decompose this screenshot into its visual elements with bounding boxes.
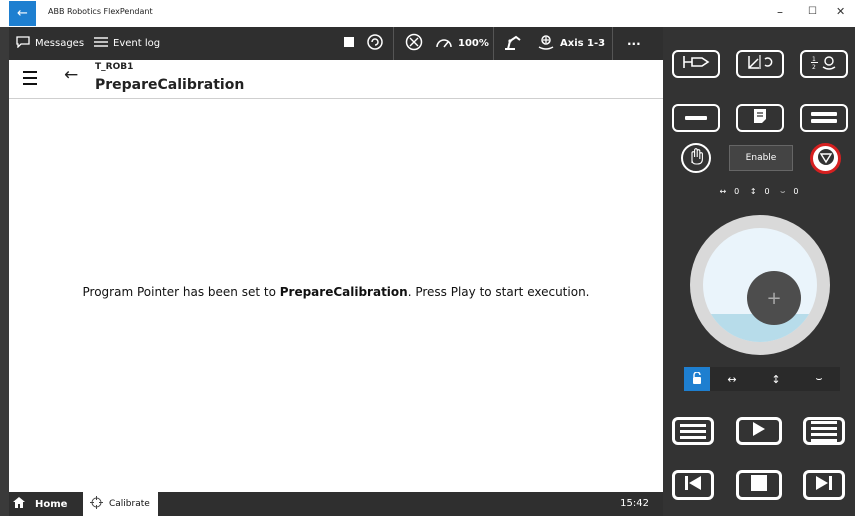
svg-text:1: 1 xyxy=(812,56,816,63)
home-button[interactable]: Home xyxy=(13,492,67,516)
toolbar-separator xyxy=(612,27,613,60)
rotate-arrow-icon: ⌣ xyxy=(780,187,786,196)
message-suffix: . Press Play to start execution. xyxy=(407,285,590,299)
list-icon xyxy=(680,421,706,442)
minimize-button[interactable]: – xyxy=(777,5,783,19)
home-icon xyxy=(13,497,25,511)
top-toolbar: Messages Event log 100% Axis 1-3 ··· xyxy=(9,27,663,60)
lock-axis-button[interactable] xyxy=(684,367,710,391)
horizontal-direction-icon[interactable]: ↔ xyxy=(727,373,736,386)
speed-button[interactable]: 100% xyxy=(435,27,489,60)
step-backward-button[interactable] xyxy=(672,470,714,500)
messages-label: Messages xyxy=(35,38,85,49)
axis-value-horizontal: 0 xyxy=(734,187,740,196)
speed-value: 100% xyxy=(458,38,489,49)
maximize-button[interactable]: ☐ xyxy=(808,5,817,19)
program-list-button[interactable] xyxy=(803,417,845,445)
clock: 15:42 xyxy=(620,498,649,509)
emergency-stop-button[interactable] xyxy=(810,143,841,174)
axis-jog-icon xyxy=(537,33,555,55)
programmable-key-2[interactable] xyxy=(736,50,784,78)
program-pointer-message: Program Pointer has been set to PrepareC… xyxy=(9,285,663,299)
minus-button[interactable] xyxy=(672,104,720,132)
stop-execution-button[interactable] xyxy=(736,470,782,500)
double-bar-icon xyxy=(811,109,837,128)
chat-bubble-icon xyxy=(16,35,30,52)
axis-value-vertical: 0 xyxy=(764,187,770,196)
stop-button[interactable] xyxy=(344,27,354,60)
play-icon xyxy=(752,421,766,441)
rotation-direction-icon[interactable]: ⌣ xyxy=(815,372,822,386)
incremental-icon: 12 xyxy=(810,54,838,74)
page-header: ← T_ROB1 PrepareCalibration xyxy=(9,60,663,99)
vertical-direction-icon[interactable]: ↕ xyxy=(771,373,780,386)
vertical-arrow-icon: ↕ xyxy=(749,187,757,196)
motors-button[interactable] xyxy=(405,27,423,60)
programmable-key-3[interactable]: 12 xyxy=(800,50,848,78)
unlock-icon xyxy=(692,370,702,387)
note-icon xyxy=(752,108,768,128)
more-button[interactable]: ··· xyxy=(627,27,641,60)
enable-button[interactable]: Enable xyxy=(729,145,793,171)
back-arrow-icon: ← xyxy=(17,6,28,21)
home-label: Home xyxy=(35,498,68,510)
programmable-key-1[interactable] xyxy=(672,50,720,78)
robot-arm-icon xyxy=(502,33,522,54)
window-titlebar: ← ABB Robotics FlexPendant – ☐ ✕ xyxy=(0,0,855,27)
speedometer-icon xyxy=(435,35,453,53)
estop-triangle-icon xyxy=(817,148,835,170)
bottom-taskbar: Home Calibrate 15:42 xyxy=(9,492,663,516)
joystick-area: + xyxy=(703,228,817,342)
page-title: PrepareCalibration xyxy=(95,77,245,93)
hamburger-menu-icon[interactable] xyxy=(23,71,37,89)
skip-forward-icon xyxy=(815,475,833,495)
motor-off-icon xyxy=(405,33,423,54)
list-icon xyxy=(94,36,108,52)
window-title: ABB Robotics FlexPendant xyxy=(48,7,153,16)
event-log-label: Event log xyxy=(113,38,161,49)
event-log-button[interactable]: Event log xyxy=(94,27,160,60)
stop-square-icon xyxy=(344,37,354,50)
forward-step-list-button[interactable] xyxy=(672,417,714,445)
jog-direction-selector: ↔ ↕ ⌣ xyxy=(710,367,840,391)
play-button[interactable] xyxy=(736,417,782,445)
toolbar-separator xyxy=(393,27,394,60)
mechanical-unit-button[interactable] xyxy=(502,27,522,60)
minus-icon xyxy=(685,116,707,120)
jog-mode-button[interactable]: Axis 1-3 xyxy=(537,27,605,60)
close-button[interactable]: ✕ xyxy=(836,5,845,19)
horizontal-arrow-icon: ↔ xyxy=(719,187,727,196)
equal-button[interactable] xyxy=(800,104,848,132)
calibrate-tab[interactable]: Calibrate xyxy=(83,492,158,516)
window-back-button[interactable]: ← xyxy=(9,1,36,26)
hold-to-run-button[interactable] xyxy=(681,143,711,173)
axis-rotate-icon xyxy=(746,54,774,74)
task-name: T_ROB1 xyxy=(95,62,134,72)
message-prefix: Program Pointer has been set to xyxy=(82,285,280,299)
axis-label: Axis 1-3 xyxy=(560,38,606,49)
axis-readout: ↔ 0 ↕ 0 ⌣ 0 xyxy=(663,187,855,197)
joystick-knob[interactable]: + xyxy=(747,271,801,325)
main-content: Program Pointer has been set to PrepareC… xyxy=(9,99,663,492)
step-forward-button[interactable] xyxy=(803,470,845,500)
svg-text:2: 2 xyxy=(812,64,816,70)
toolbar-separator xyxy=(493,27,494,60)
crosshair-icon xyxy=(90,496,103,512)
app-area: Messages Event log 100% Axis 1-3 ··· ← T… xyxy=(9,27,663,516)
messages-button[interactable]: Messages xyxy=(16,27,84,60)
skip-back-icon xyxy=(684,475,702,495)
note-button[interactable] xyxy=(736,104,784,132)
axis-value-rotate: 0 xyxy=(793,187,799,196)
message-routine: PrepareCalibration xyxy=(279,285,408,299)
flexpendant-panel: 12 Enable ↔ 0 ↕ 0 ⌣ 0 + ↔ ↕ ⌣ xyxy=(663,27,855,516)
list-icon xyxy=(811,418,837,445)
cycle-icon xyxy=(366,33,384,54)
calibrate-label: Calibrate xyxy=(109,499,150,509)
back-button[interactable]: ← xyxy=(64,65,78,85)
joystick[interactable]: + xyxy=(690,215,830,355)
run-mode-button[interactable] xyxy=(366,27,384,60)
tool-icon xyxy=(682,54,710,74)
stop-square-icon xyxy=(751,475,767,495)
hand-icon xyxy=(688,147,704,169)
